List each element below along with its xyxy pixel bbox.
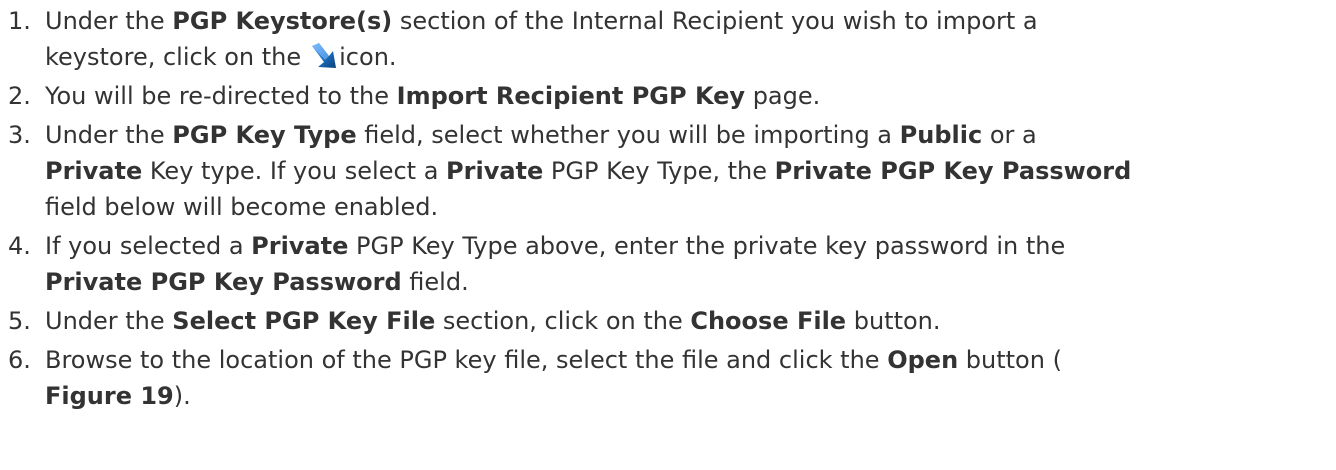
step-1-line-1: Under the PGP Keystore(s) section of the… [45, 7, 1038, 35]
select-pgp-key-file-term: Select PGP Key File [172, 307, 436, 335]
private-pgp-key-password-term: Private PGP Key Password [774, 157, 1132, 185]
step-number: 2. [8, 82, 31, 110]
step-4-line-2: Private PGP Key Password field. [45, 268, 469, 296]
step-4-line-1: If you selected a Private PGP Key Type a… [45, 232, 1066, 260]
step-number: 4. [8, 232, 31, 260]
step-number: 1. [8, 7, 31, 35]
step-3: 3. Under the PGP Key Type field, select … [0, 117, 1336, 225]
step-3-line-1: Under the PGP Key Type field, select whe… [45, 121, 1037, 149]
step-2-line-1: You will be re-directed to the Import Re… [45, 82, 821, 110]
step-5-line-1: Under the Select PGP Key File section, c… [45, 307, 941, 335]
step-4: 4. If you selected a Private PGP Key Typ… [0, 228, 1336, 300]
import-arrow-icon [309, 43, 337, 69]
step-6-line-2: Figure 19). [45, 382, 191, 410]
pgp-keystores-term: PGP Keystore(s) [172, 7, 393, 35]
instruction-list: 1. Under the PGP Keystore(s) section of … [0, 0, 1336, 417]
private-term: Private [446, 157, 544, 185]
step-1-line-2: keystore, click on the icon. [45, 43, 397, 71]
step-1: 1. Under the PGP Keystore(s) section of … [0, 3, 1336, 75]
pgp-key-type-term: PGP Key Type [172, 121, 357, 149]
step-number: 3. [8, 121, 31, 149]
import-recipient-pgp-key-term: Import Recipient PGP Key [396, 82, 746, 110]
private-term: Private [45, 157, 143, 185]
step-3-line-3: field below will become enabled. [45, 193, 439, 221]
public-term: Public [899, 121, 983, 149]
step-6: 6. Browse to the location of the PGP key… [0, 342, 1336, 414]
step-6-line-1: Browse to the location of the PGP key fi… [45, 346, 1062, 374]
step-number: 5. [8, 307, 31, 335]
private-term: Private [251, 232, 349, 260]
step-5: 5. Under the Select PGP Key File section… [0, 303, 1336, 339]
figure-reference: Figure 19 [45, 382, 174, 410]
choose-file-term: Choose File [690, 307, 847, 335]
private-pgp-key-password-term: Private PGP Key Password [45, 268, 402, 296]
step-number: 6. [8, 346, 31, 374]
step-3-line-2: Private Key type. If you select a Privat… [45, 157, 1132, 185]
step-2: 2. You will be re-directed to the Import… [0, 78, 1336, 114]
open-term: Open [887, 346, 959, 374]
